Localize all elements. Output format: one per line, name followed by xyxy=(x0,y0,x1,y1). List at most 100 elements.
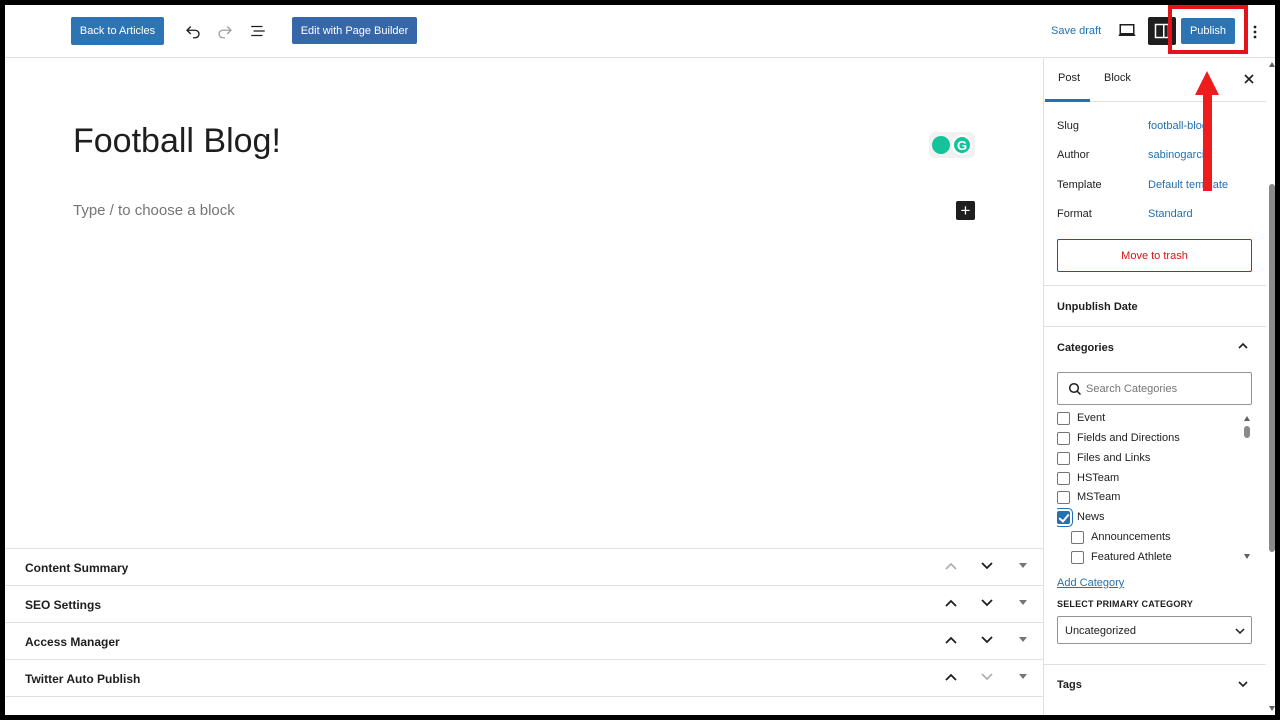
category-item[interactable]: Featured Athlete xyxy=(1071,549,1172,565)
checkbox[interactable] xyxy=(1071,530,1084,544)
scroll-up-icon[interactable] xyxy=(1269,62,1275,67)
chevron-down-icon[interactable] xyxy=(1236,677,1250,696)
category-item[interactable]: Event xyxy=(1057,411,1105,426)
search-icon xyxy=(1068,382,1082,401)
chevron-up-icon[interactable] xyxy=(1236,339,1250,358)
search-categories-input[interactable] xyxy=(1086,380,1246,398)
checkbox[interactable] xyxy=(1057,490,1070,504)
editor-toolbar: Back to Articles Edit with Page Builder … xyxy=(5,5,1275,58)
undo-icon[interactable] xyxy=(181,19,205,43)
move-down-icon[interactable] xyxy=(979,596,995,615)
active-tab-indicator xyxy=(1045,99,1090,102)
divider xyxy=(1044,326,1266,327)
metabox-twitter-auto-publish[interactable]: Twitter Auto Publish xyxy=(5,660,1043,697)
move-down-icon[interactable] xyxy=(979,633,995,652)
block-placeholder[interactable]: Type / to choose a block xyxy=(73,202,235,219)
move-up-icon[interactable] xyxy=(943,670,959,689)
category-label: Featured Athlete xyxy=(1091,551,1172,563)
toggle-panel-icon[interactable] xyxy=(1019,600,1027,605)
close-icon[interactable] xyxy=(1241,71,1257,87)
toggle-panel-icon[interactable] xyxy=(1019,674,1027,679)
category-list: Event Fields and Directions Files and Li… xyxy=(1057,411,1252,565)
annotation-arrow-shaft xyxy=(1203,93,1212,191)
metabox-seo-settings[interactable]: SEO Settings xyxy=(5,586,1043,623)
grammarly-icon: G xyxy=(952,135,972,155)
author-label: Author xyxy=(1057,149,1090,161)
primary-category-value: Uncategorized xyxy=(1065,625,1136,637)
unpublish-date-panel[interactable]: Unpublish Date xyxy=(1057,301,1138,313)
category-search[interactable] xyxy=(1057,372,1252,405)
category-item[interactable]: Fields and Directions xyxy=(1057,430,1180,446)
slug-link[interactable]: football-blog xyxy=(1148,120,1208,132)
meta-boxes: Content Summary SEO Settings Access Mana… xyxy=(5,548,1043,697)
add-category-link[interactable]: Add Category xyxy=(1057,577,1124,589)
chevron-down-icon xyxy=(1234,625,1246,640)
metabox-access-manager[interactable]: Access Manager xyxy=(5,623,1043,660)
toggle-panel-icon[interactable] xyxy=(1019,563,1027,568)
category-item[interactable]: News xyxy=(1057,509,1105,525)
checkbox[interactable] xyxy=(1057,411,1070,425)
category-item[interactable]: Announcements xyxy=(1071,529,1171,545)
save-draft-button[interactable]: Save draft xyxy=(1051,25,1101,37)
category-label: Fields and Directions xyxy=(1077,432,1180,444)
settings-sidebar: Post Block Slug football-blog Author sab… xyxy=(1043,58,1275,715)
block-inserter-plus-icon[interactable]: + xyxy=(956,201,975,220)
list-view-icon[interactable] xyxy=(246,19,270,43)
tab-post[interactable]: Post xyxy=(1058,72,1080,84)
sidebar-tabs: Post Block xyxy=(1044,58,1266,102)
category-item[interactable]: MSTeam xyxy=(1057,489,1120,505)
format-link[interactable]: Standard xyxy=(1148,208,1193,220)
post-title[interactable]: Football Blog! xyxy=(73,122,281,161)
metabox-content-summary[interactable]: Content Summary xyxy=(5,549,1043,586)
category-label: MSTeam xyxy=(1077,491,1121,503)
metabox-label: Content Summary xyxy=(25,561,129,575)
more-options-icon[interactable] xyxy=(1251,22,1259,42)
back-to-articles-button[interactable]: Back to Articles xyxy=(71,17,164,45)
checkbox[interactable] xyxy=(1057,431,1070,445)
template-label: Template xyxy=(1057,179,1102,191)
category-label: News xyxy=(1077,511,1105,523)
move-down-icon[interactable] xyxy=(979,559,995,578)
annotation-arrow-head xyxy=(1195,71,1219,95)
sidebar-scrollbar[interactable] xyxy=(1268,58,1275,715)
tags-panel-title[interactable]: Tags xyxy=(1057,679,1082,691)
toggle-panel-icon[interactable] xyxy=(1019,637,1027,642)
move-up-icon[interactable] xyxy=(943,559,959,578)
checkbox[interactable] xyxy=(1057,471,1070,485)
category-scroll-down-icon[interactable] xyxy=(1244,554,1250,559)
author-link[interactable]: sabinogarcia xyxy=(1148,149,1210,161)
category-item[interactable]: HSTeam xyxy=(1057,470,1119,486)
metabox-label: Access Manager xyxy=(25,635,120,649)
desktop-preview-icon[interactable] xyxy=(1118,22,1136,43)
move-up-icon[interactable] xyxy=(943,596,959,615)
category-label: Files and Links xyxy=(1077,452,1151,464)
tab-block[interactable]: Block xyxy=(1104,72,1131,84)
edit-with-page-builder-button[interactable]: Edit with Page Builder xyxy=(292,17,417,44)
format-label: Format xyxy=(1057,208,1092,220)
category-label: Event xyxy=(1077,412,1106,424)
checkbox[interactable] xyxy=(1057,451,1070,465)
primary-category-select[interactable]: Uncategorized xyxy=(1057,616,1252,644)
checkbox-checked[interactable] xyxy=(1057,510,1070,524)
categories-panel-title[interactable]: Categories xyxy=(1057,342,1114,354)
move-to-trash-button[interactable]: Move to trash xyxy=(1057,239,1252,272)
divider xyxy=(1044,664,1266,665)
template-link[interactable]: Default template xyxy=(1148,179,1228,191)
annotation-highlight-box xyxy=(1168,5,1248,54)
category-scroll-up-icon[interactable] xyxy=(1244,416,1250,421)
metabox-label: Twitter Auto Publish xyxy=(25,672,141,686)
category-scrollbar[interactable] xyxy=(1244,426,1250,438)
category-label: HSTeam xyxy=(1077,472,1120,484)
grammarly-widget[interactable]: G xyxy=(929,132,975,158)
checkbox[interactable] xyxy=(1071,550,1084,564)
category-item[interactable]: Files and Links xyxy=(1057,450,1150,466)
scrollbar-thumb[interactable] xyxy=(1269,184,1275,552)
metabox-label: SEO Settings xyxy=(25,598,102,612)
divider xyxy=(1044,285,1266,286)
move-down-icon[interactable] xyxy=(979,670,995,689)
redo-icon[interactable] xyxy=(213,19,237,43)
editor-canvas: Football Blog! G Type / to choose a bloc… xyxy=(5,58,1043,548)
move-up-icon[interactable] xyxy=(943,633,959,652)
primary-category-label: SELECT PRIMARY CATEGORY xyxy=(1057,599,1194,609)
scroll-down-icon[interactable] xyxy=(1269,706,1275,711)
